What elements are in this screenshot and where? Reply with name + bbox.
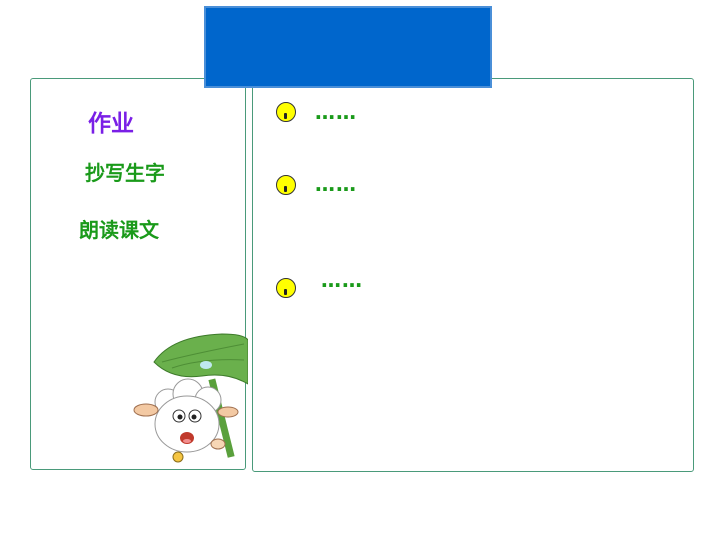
right-panel <box>252 78 694 472</box>
bullet-icon <box>276 102 296 122</box>
bullet-item-3: …… <box>321 268 363 292</box>
slide: 作业 抄写生字 朗读课文 …… …… …… <box>0 0 720 540</box>
task-copy-characters: 抄写生字 <box>85 161 165 185</box>
title-box <box>204 6 492 88</box>
sheep-mascot-illustration <box>133 333 248 463</box>
bullet-item-1: …… <box>315 100 357 124</box>
bullet-icon <box>276 175 296 195</box>
homework-heading: 作业 <box>88 111 134 137</box>
bullet-icon <box>276 278 296 298</box>
task-read-text: 朗读课文 <box>79 218 159 242</box>
bullet-item-2: …… <box>315 172 357 196</box>
